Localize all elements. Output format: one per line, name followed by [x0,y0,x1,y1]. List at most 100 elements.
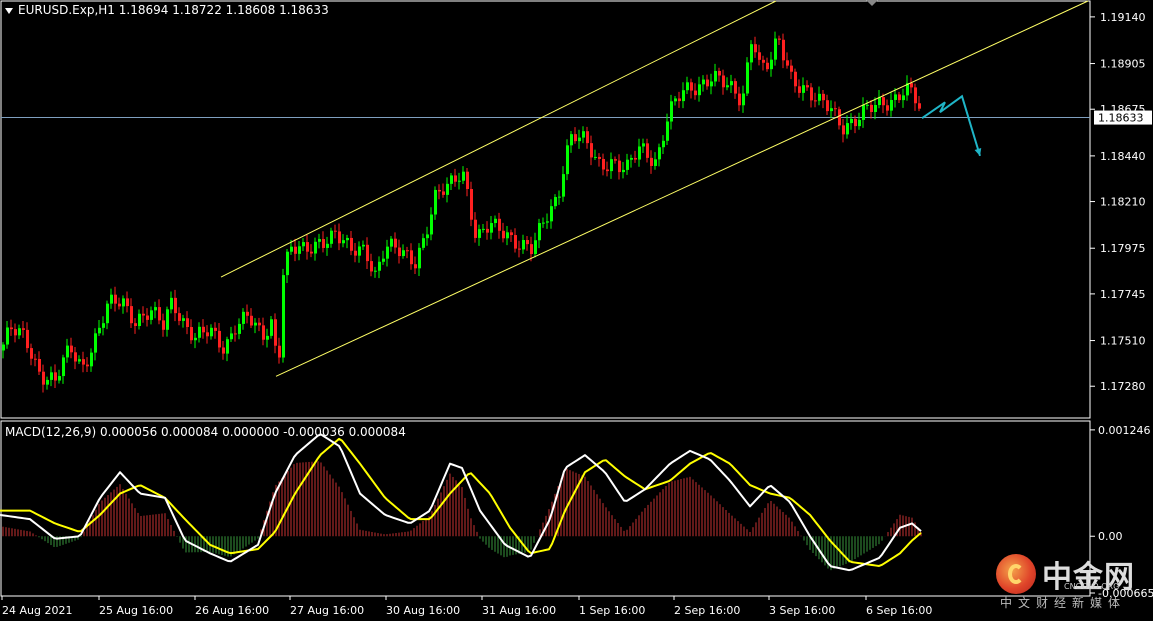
candle-bear [126,298,129,307]
candle-bear [26,329,29,349]
candle-bear [54,372,57,381]
candle-bear [262,325,265,340]
candle-bull [402,250,405,257]
time-tick-label: 24 Aug 2021 [2,604,72,617]
candle-bull [422,238,425,248]
candle-bull [430,214,433,235]
candle-bull [166,309,169,330]
candle-bull [326,243,329,248]
candle-bear [310,251,313,254]
candle-bull [298,246,301,254]
time-tick-label: 1 Sep 16:00 [579,604,645,617]
candle-bear [190,327,193,341]
candle-bull [522,240,525,250]
candle-bull [170,297,173,310]
candle-bull [554,197,557,207]
candle-bear [134,323,137,327]
candle-bear [782,39,785,61]
candle-bull [662,140,665,148]
candle-bull [106,303,109,324]
candle-bear [454,175,457,182]
price-tick-label: 1.19140 [1100,11,1146,24]
candle-bull [358,246,361,256]
forecast-arrow-line[interactable] [921,94,981,157]
candle-bear [810,87,813,101]
candle-bear [14,329,17,336]
candle-bear [38,358,41,372]
candle-bull [302,242,305,247]
candle-bull [314,241,317,254]
candle-bear [86,364,89,367]
candle-bear [778,38,781,40]
candle-bear [918,103,921,109]
candle-bull [546,221,549,223]
candle-bull [726,85,729,88]
candle-bear [838,109,841,126]
candle-bear [34,358,37,360]
watermark-logo-icon [996,554,1036,594]
candle-bear [690,82,693,91]
candle-bear [398,247,401,257]
candle-bull [538,223,541,241]
candle-bull [682,90,685,102]
candle-bull [254,322,257,326]
price-tick-label: 1.17280 [1100,380,1146,393]
candle-bull [482,228,485,230]
candle-bear [354,250,357,256]
macd-title: MACD(12,26,9) 0.000056 0.000084 0.000000… [5,425,406,439]
candle-bear [530,244,533,255]
candle-bear [214,327,217,331]
candle-bull [150,310,153,320]
candle-bear [914,87,917,104]
symbol-dropdown-icon[interactable] [5,8,13,14]
candle-bull [642,143,645,147]
candle-bear [790,65,793,72]
candle-bull [626,159,629,170]
candle-bear [806,85,809,88]
candle-bull [6,327,9,345]
candle-bull [730,81,733,86]
candle-bull [610,159,613,172]
candle-bull [138,313,141,327]
candle-bear [30,348,33,359]
candle-bear [586,131,589,144]
candle-bull [374,270,377,272]
candle-bull [670,101,673,122]
candle-bull [774,38,777,60]
candle-bull [426,234,429,239]
time-tick-label: 3 Sep 16:00 [769,604,835,617]
candle-bull [570,134,573,146]
candle-bull [446,183,449,195]
time-tick-label: 2 Sep 16:00 [674,604,740,617]
candle-bull [506,232,509,239]
macd-tick-label: 0.00 [1098,530,1123,543]
candle-bear [798,86,801,93]
ohlc-values: 1.18694 1.18722 1.18608 1.18633 [118,3,329,17]
candle-bear [442,191,445,195]
price-tick-label: 1.17745 [1100,288,1146,301]
candle-bear [882,97,885,106]
candle-bear [278,345,281,358]
candle-bear [306,242,309,252]
candle-bull [378,261,381,271]
period-separator-marker [866,0,878,6]
candle-bull [50,372,53,380]
candle-bull [266,335,269,340]
candle-bear [42,371,45,385]
macd-main-line [0,433,922,572]
candle-bull [894,94,897,100]
candle-bear [178,313,181,321]
candle-bear [338,231,341,244]
candle-bull [490,223,493,233]
candle-bear [350,237,353,251]
price-panel-frame [0,0,1091,419]
candle-bear [142,313,145,316]
candle-bull [194,337,197,341]
candle-bull [98,327,101,334]
candle-bear [406,250,409,252]
candle-bull [742,93,745,106]
candle-bull [858,119,861,127]
candle-bear [174,297,177,314]
price-tick-label: 1.18440 [1100,150,1146,163]
candle-bear [370,261,373,272]
